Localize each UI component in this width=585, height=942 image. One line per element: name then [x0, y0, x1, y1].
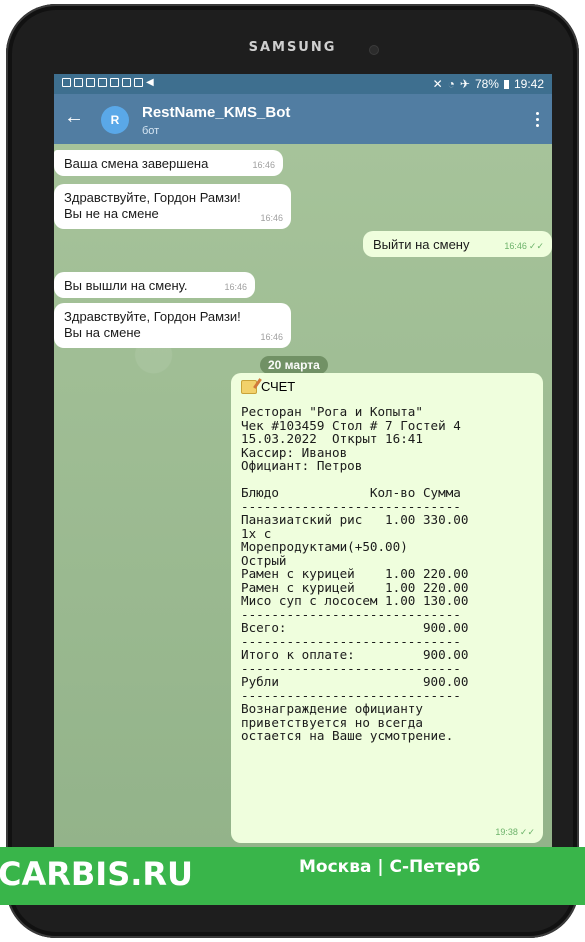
phone-screen: ◀ ✕ ◔ ✈ 78% 19:42 ← R RestName_KMS_Bot б…: [54, 74, 552, 847]
back-arrow-icon[interactable]: ←: [64, 107, 84, 127]
status-bar: ◀ ✕ ◔ ✈ 78% 19:42: [54, 74, 552, 94]
message-bubble: Ваша смена завершена 16:46: [54, 150, 283, 176]
receipt-line: Паназиатский рис 1.00 330.00: [241, 512, 469, 527]
notification-icon: [74, 78, 83, 87]
message-time: 16:46: [260, 213, 283, 223]
outgoing-message-bubble: Выйти на смену 16:46 ✓✓: [363, 231, 552, 257]
notification-icon: [86, 78, 95, 87]
message-text: Вы на смене: [64, 325, 141, 340]
message-time: 16:46 ✓✓: [504, 241, 544, 251]
chat-area[interactable]: Ваша смена завершена 16:46 Здравствуйте,…: [54, 144, 552, 847]
message-text: Здравствуйте, Гордон Рамзи!: [64, 309, 241, 324]
chat-header: ← R RestName_KMS_Bot бот: [54, 94, 552, 144]
message-text: Вы не на смене: [64, 206, 159, 221]
receipt-header: СЧЕТ: [241, 379, 533, 394]
status-right: ✕ ◔ ✈ 78% 19:42: [433, 77, 544, 91]
battery-icon: [503, 79, 509, 89]
message-time: 19:38 ✓✓: [495, 827, 535, 837]
receipt-title: СЧЕТ: [261, 379, 296, 394]
date-separator: 20 марта: [260, 356, 328, 374]
notification-icons: ◀: [62, 77, 154, 88]
read-checks-icon: ✓✓: [528, 241, 544, 251]
message-text: Вы вышли на смену.: [64, 278, 188, 293]
wifi-icon: ◔: [447, 77, 455, 91]
more-menu-icon[interactable]: [536, 112, 540, 130]
gallery-icon: [62, 78, 71, 87]
receipt-message-bubble: СЧЕТ Ресторан "Рога и Копыта" Чек #10345…: [231, 373, 543, 843]
calendar-icon: [134, 78, 143, 87]
receipt-line: остается на Ваше усмотрение.: [241, 728, 454, 743]
battery-level: 78%: [474, 77, 499, 91]
message-text: Здравствуйте, Гордон Рамзи!: [64, 190, 241, 205]
notification-icon: [110, 78, 119, 87]
promo-banner: CARBIS.RU Москва | С-Петерб: [0, 847, 585, 905]
message-time: 16:46: [252, 160, 275, 170]
chat-title[interactable]: RestName_KMS_Bot: [142, 104, 290, 121]
message-bubble: Здравствуйте, Гордон Рамзи! Вы на смене …: [54, 303, 291, 348]
receipt-body: Ресторан "Рога и Копыта" Чек #103459 Сто…: [241, 405, 533, 743]
bot-avatar[interactable]: R: [101, 106, 129, 134]
notification-icon: [122, 78, 131, 87]
airplane-icon: ✈: [459, 77, 470, 91]
banner-site[interactable]: CARBIS.RU: [0, 855, 193, 893]
message-text: Выйти на смену: [373, 237, 470, 252]
message-text: Ваша смена завершена: [64, 156, 209, 171]
receipt-line: Официант: Петров: [241, 458, 363, 473]
read-checks-icon: ✓✓: [519, 827, 535, 837]
message-time: 16:46: [224, 282, 247, 292]
send-icon: ◀: [146, 77, 154, 88]
chat-subtitle: бот: [142, 125, 160, 137]
message-time: 16:46: [260, 332, 283, 342]
clock: 19:42: [513, 77, 544, 91]
banner-cities: Москва | С-Петерб: [299, 857, 481, 877]
mute-icon: ✕: [432, 77, 443, 91]
message-bubble: Здравствуйте, Гордон Рамзи! Вы не на сме…: [54, 184, 291, 229]
message-bubble: Вы вышли на смену. 16:46: [54, 272, 255, 298]
front-camera-icon: [369, 45, 379, 55]
memo-icon: [241, 379, 257, 394]
notification-icon: [98, 78, 107, 87]
device-brand: SAMSUNG: [248, 40, 337, 55]
